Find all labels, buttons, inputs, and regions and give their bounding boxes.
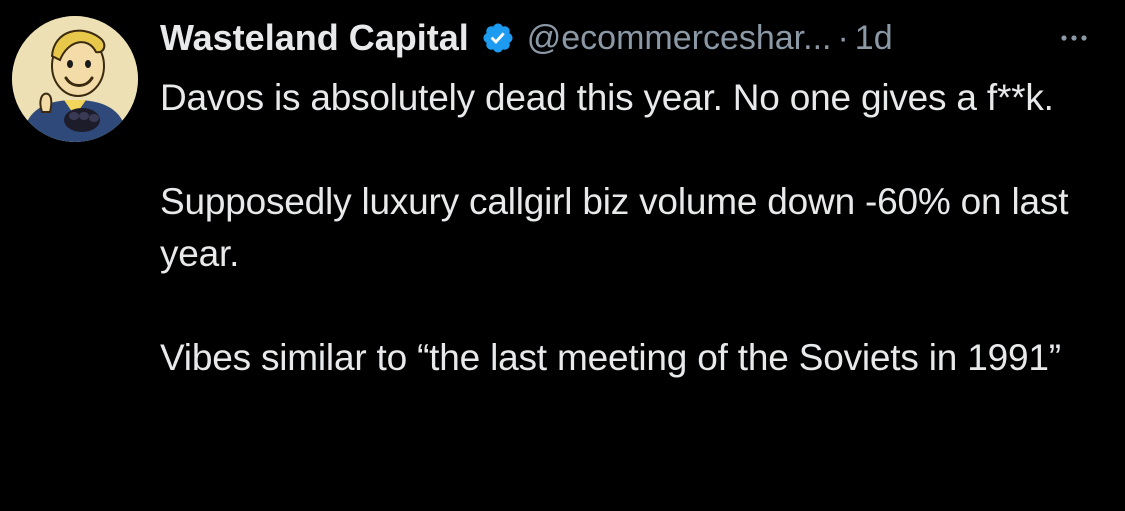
more-horizontal-icon — [1061, 35, 1087, 41]
tweet-timestamp[interactable]: 1d — [855, 19, 893, 58]
tweet: Wasteland Capital @ecommerceshar... · 1d… — [0, 0, 1125, 511]
header-separator: · — [837, 18, 849, 57]
avatar[interactable] — [12, 16, 138, 142]
user-handle[interactable]: @ecommerceshar... — [527, 19, 832, 58]
display-name[interactable]: Wasteland Capital — [160, 17, 469, 59]
vault-boy-avatar-icon — [12, 16, 138, 142]
more-options-button[interactable] — [1052, 20, 1096, 56]
tweet-text: Davos is absolutely dead this year. No o… — [160, 77, 1069, 378]
verified-badge-icon — [481, 21, 515, 55]
tweet-header: Wasteland Capital @ecommerceshar... · 1d — [160, 14, 893, 62]
